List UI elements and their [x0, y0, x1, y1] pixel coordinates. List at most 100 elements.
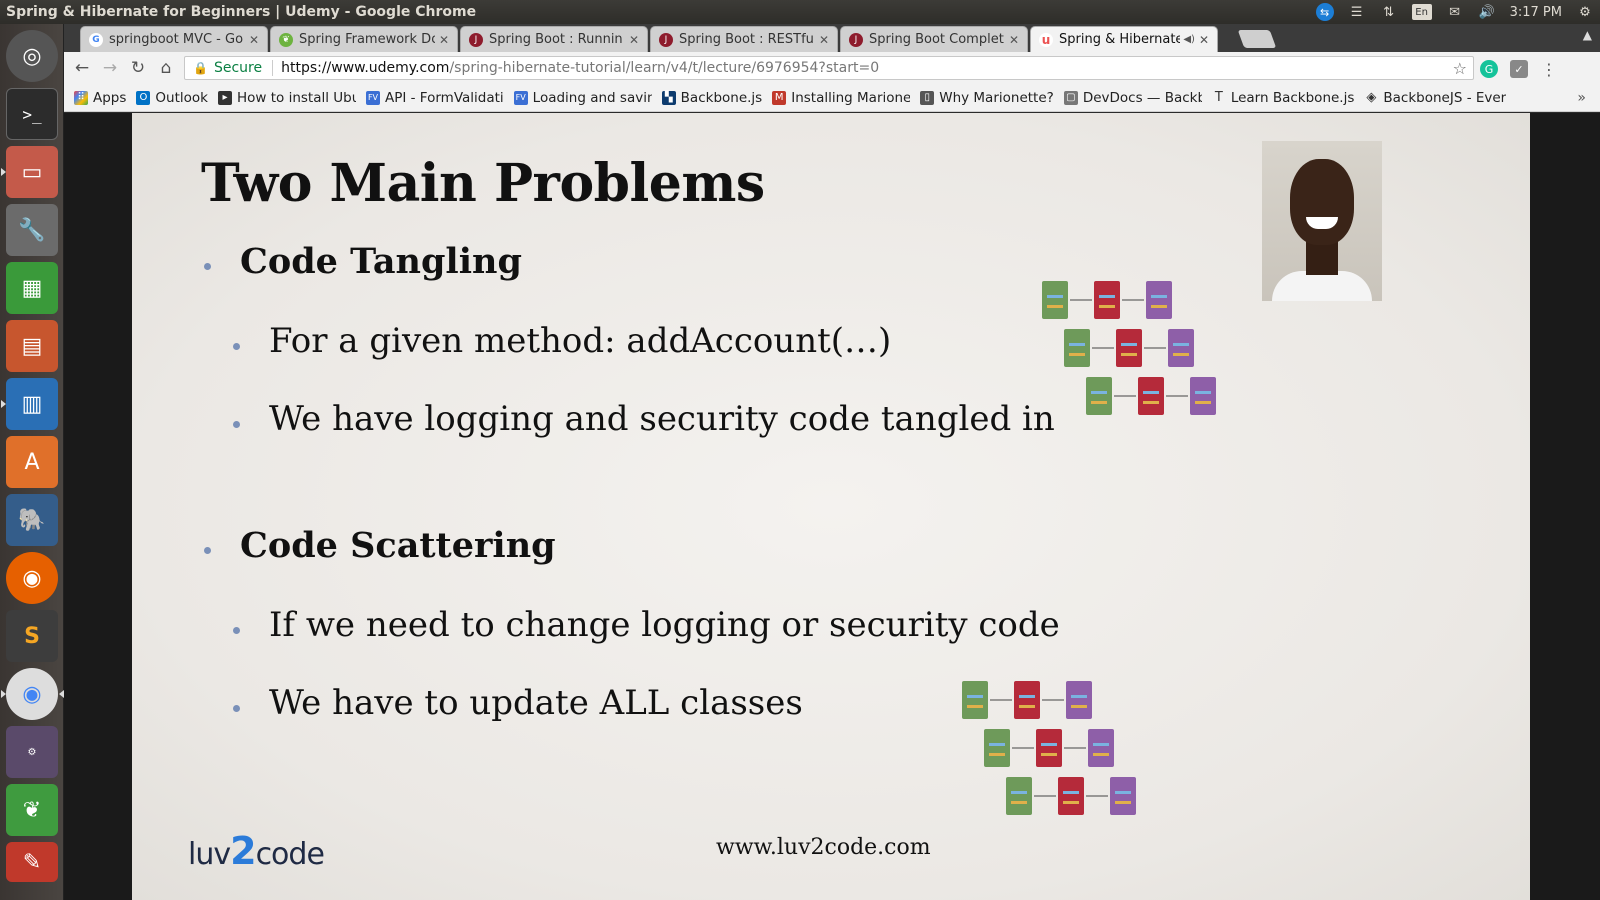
section-heading: Code Tangling [240, 241, 522, 282]
clock[interactable]: 3:17 PM [1510, 5, 1562, 20]
bookmark-backbone[interactable]: ▚ Backbone.js [661, 89, 763, 106]
url-path: /spring-hibernate-tutorial/learn/v4/t/le… [449, 60, 880, 76]
bookmark-learn-backbone[interactable]: T Learn Backbone.js [1212, 90, 1355, 106]
diamond-icon: ◈ [1366, 90, 1377, 105]
bookmarks-overflow-chevron-icon[interactable]: » [1577, 90, 1586, 106]
omnibox-separator [272, 60, 274, 76]
bookmark-label: Why Marionette? [939, 89, 1054, 106]
close-tab-icon[interactable]: ✕ [819, 33, 829, 47]
settings-gear-icon[interactable]: ⚙ [1576, 3, 1594, 21]
eclipse-javaee-icon[interactable]: ⚙ [6, 726, 58, 778]
writer-document-icon[interactable]: ▥ [1, 378, 58, 430]
bookmark-why-marionette[interactable]: ▯ Why Marionette? [920, 90, 1054, 106]
grammarly-icon[interactable]: G [1480, 60, 1498, 78]
box-stripe [1121, 343, 1137, 346]
terminal-icon[interactable]: >_ [6, 88, 58, 140]
book-icon: ▯ [920, 90, 935, 105]
app-launcher: ◎ >_ ▭ 🔧 ▦ ▤ ▥ A 🐘 ◉ S ◉ ⚙ ❦ ✎ [0, 24, 64, 900]
bookmark-label: Loading and savin [532, 89, 652, 106]
devdocs-icon: ▢ [1063, 90, 1078, 105]
backbone-icon: ▚ [661, 90, 676, 105]
bookmark-label: Backbone.js [680, 89, 763, 106]
controller-box [1064, 329, 1090, 367]
back-arrow-icon[interactable]: ← [68, 54, 96, 82]
user-profile-icon[interactable]: ▲ [1583, 28, 1592, 42]
mail-icon[interactable]: ✉ [1446, 3, 1464, 21]
box-stripe [1195, 401, 1211, 404]
logo-text-2: 2 [230, 829, 256, 873]
clipboard-icon[interactable]: ☰ [1348, 3, 1366, 21]
box-stripe [967, 705, 983, 708]
bullet-icon [204, 263, 211, 270]
javabrains-icon: J [659, 32, 673, 47]
service-box [1014, 681, 1040, 719]
forward-arrow-icon[interactable]: → [96, 54, 124, 82]
close-tab-icon[interactable]: ✕ [1009, 33, 1019, 47]
bullet-item: We have to update ALL classes [269, 683, 803, 723]
bookmark-apps[interactable]: ⠿ Apps [74, 90, 126, 106]
box-stripe [1047, 305, 1063, 308]
logo-text-code: code [255, 837, 325, 872]
chrome-icon[interactable]: ◉ [1, 668, 64, 720]
system-settings-icon[interactable]: 🔧 [6, 204, 58, 256]
service-box [1138, 377, 1164, 415]
bookmark-devdocs[interactable]: ▢ DevDocs — Backb [1063, 90, 1202, 106]
lecture-slide[interactable]: Two Main Problems Code Tangling For a gi… [132, 113, 1530, 900]
file-manager-icon[interactable]: ▭ [1, 146, 58, 198]
google-icon: G [89, 32, 103, 47]
chrome-menu-icon[interactable]: ⋮ [1540, 60, 1558, 79]
ubuntu-dash-icon[interactable]: ◎ [6, 30, 58, 82]
box-stripe [989, 753, 1005, 756]
close-tab-icon[interactable]: ✕ [439, 33, 449, 47]
home-icon[interactable]: ⌂ [152, 54, 180, 82]
box-stripe [1041, 743, 1057, 746]
bookmark-star-icon[interactable]: ☆ [1453, 59, 1467, 78]
software-center-icon[interactable]: A [6, 436, 58, 488]
address-bar[interactable]: 🔒 Secure https://www.udemy.com /spring-h… [184, 56, 1474, 80]
teamviewer-icon[interactable]: ⇆ [1315, 3, 1334, 21]
tab-springboot-mvc[interactable]: G springboot MVC - Go ✕ [80, 26, 268, 52]
box-stripe [1019, 695, 1035, 698]
firefox-icon[interactable]: ◉ [6, 552, 58, 604]
spreadsheet-icon[interactable]: ▦ [6, 262, 58, 314]
text-editor-icon[interactable]: ✎ [6, 842, 58, 882]
close-tab-icon[interactable]: ✕ [629, 33, 639, 47]
tab-spring-hibernate-active[interactable]: u Spring & Hibernate ◀) ✕ [1030, 26, 1218, 52]
bullet-icon [233, 421, 240, 428]
bookmark-install-ubuntu[interactable]: ▸ How to install Ubu [218, 90, 356, 106]
dao-box [1168, 329, 1194, 367]
window-title: Spring & Hibernate for Beginners | Udemy… [6, 4, 477, 20]
bookmark-outlook[interactable]: O Outlook [136, 90, 208, 106]
shield-extension-icon[interactable]: ✓ [1510, 60, 1528, 78]
box-stripe [1069, 343, 1085, 346]
sublime-text-icon[interactable]: S [6, 610, 58, 662]
tab-strip: G springboot MVC - Go ✕ ❦ Spring Framewo… [64, 24, 1600, 52]
reload-icon[interactable]: ↻ [124, 54, 152, 82]
network-icon[interactable]: ⇅ [1380, 3, 1398, 21]
close-tab-icon[interactable]: ✕ [249, 33, 259, 47]
bookmark-formvalidation-api[interactable]: FV API - FormValidati [366, 90, 504, 106]
fv-icon: FV [513, 90, 528, 105]
tab-spring-boot-complete[interactable]: J Spring Boot Complet ✕ [840, 26, 1028, 52]
tab-spring-boot-restful[interactable]: J Spring Boot : RESTful ✕ [650, 26, 838, 52]
bookmark-loading-saving[interactable]: FV Loading and savin [513, 89, 652, 106]
close-tab-icon[interactable]: ✕ [1199, 33, 1209, 47]
audio-playing-icon[interactable]: ◀) [1183, 34, 1195, 45]
bookmark-backbonejs-everything[interactable]: ◈ BackboneJS - Ever [1364, 90, 1506, 106]
tab-spring-framework[interactable]: ❦ Spring Framework Do ✕ [270, 26, 458, 52]
tab-spring-boot-running[interactable]: J Spring Boot : Runnin ✕ [460, 26, 648, 52]
keyboard-language-indicator[interactable]: En [1411, 4, 1432, 20]
box-stripe [1091, 401, 1107, 404]
presentation-icon[interactable]: ▤ [6, 320, 58, 372]
box-stripe [989, 743, 1005, 746]
volume-icon[interactable]: 🔊 [1478, 3, 1496, 21]
bookmark-label: Outlook [155, 89, 208, 106]
service-box [1116, 329, 1142, 367]
spring-tool-suite-icon[interactable]: ❦ [6, 784, 58, 836]
new-tab-button[interactable] [1237, 30, 1277, 48]
postgresql-icon[interactable]: 🐘 [6, 494, 58, 546]
bookmark-installing-marionette[interactable]: M Installing Marione [772, 90, 910, 106]
box-stripe [1195, 391, 1211, 394]
box-stripe [1143, 391, 1159, 394]
box-stripe [1071, 695, 1087, 698]
